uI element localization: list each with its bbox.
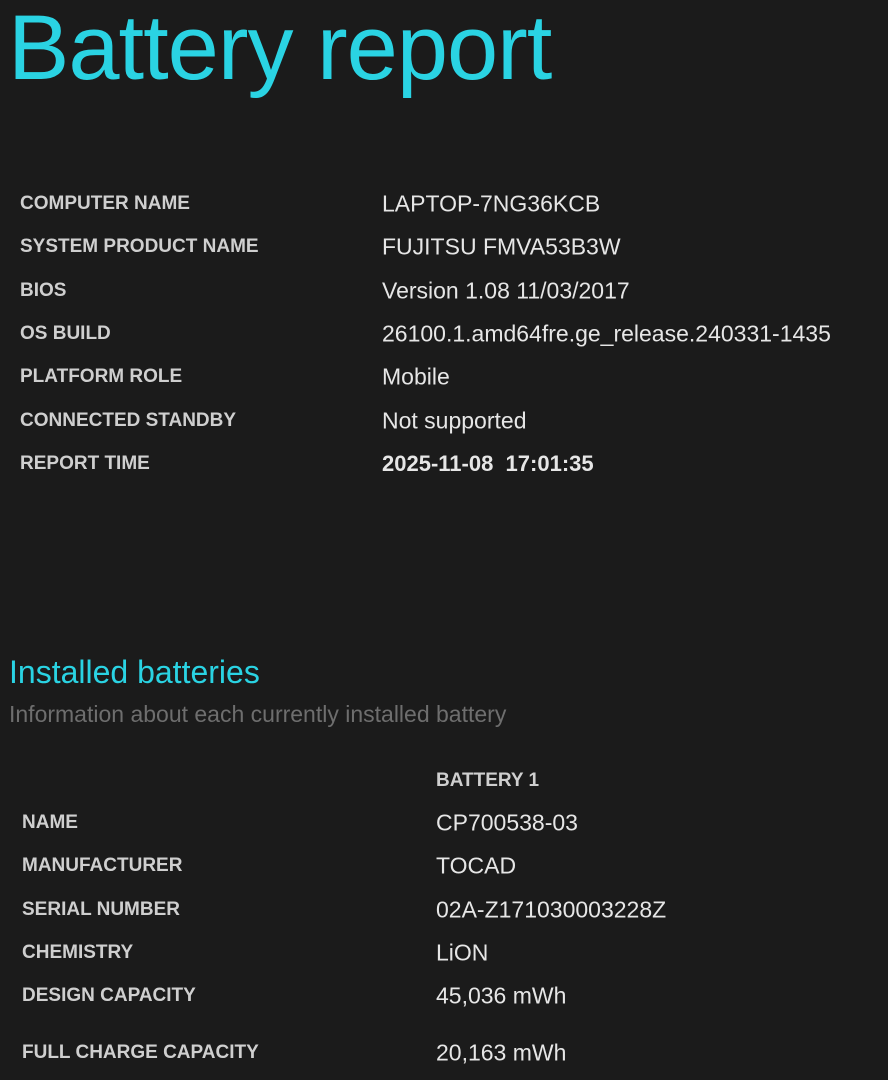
info-label: SYSTEM PRODUCT NAME: [20, 236, 259, 257]
battery-value: LiON: [436, 939, 489, 966]
battery-label: CHEMISTRY: [22, 942, 134, 963]
battery-column-header: BATTERY 1: [436, 770, 540, 791]
info-value: Version 1.08 11/03/2017: [382, 277, 630, 304]
battery-value: CP700538-03: [436, 809, 578, 836]
info-label: REPORT TIME: [20, 453, 150, 474]
battery-label: MANUFACTURER: [22, 855, 183, 876]
info-value: LAPTOP-7NG36KCB: [382, 190, 601, 217]
info-value: 2025-11-08 17:01:35: [382, 451, 594, 476]
section-heading-installed-batteries: Installed batteries: [9, 654, 260, 690]
info-label: OS BUILD: [20, 323, 111, 344]
page-title: Battery report: [8, 0, 552, 99]
info-value: Not supported: [382, 407, 527, 434]
battery-label: DESIGN CAPACITY: [22, 985, 196, 1006]
info-label: CONNECTED STANDBY: [20, 410, 237, 431]
section-subtitle: Information about each currently install…: [9, 701, 507, 727]
battery-value: TOCAD: [436, 852, 517, 879]
info-label: BIOS: [20, 280, 67, 301]
battery-value: 45,036 mWh: [436, 982, 567, 1009]
battery-value: 02A-Z171030003228Z: [436, 896, 667, 923]
info-value: 26100.1.amd64fre.ge_release.240331-1435: [382, 320, 831, 347]
battery-label: FULL CHARGE CAPACITY: [22, 1042, 259, 1063]
battery-label: NAME: [22, 812, 78, 833]
battery-label: SERIAL NUMBER: [22, 899, 180, 920]
info-label: PLATFORM ROLE: [20, 366, 183, 387]
info-value: FUJITSU FMVA53B3W: [382, 233, 621, 260]
info-value: Mobile: [382, 363, 450, 390]
info-label: COMPUTER NAME: [20, 193, 190, 214]
battery-value: 20,163 mWh: [436, 1039, 567, 1066]
